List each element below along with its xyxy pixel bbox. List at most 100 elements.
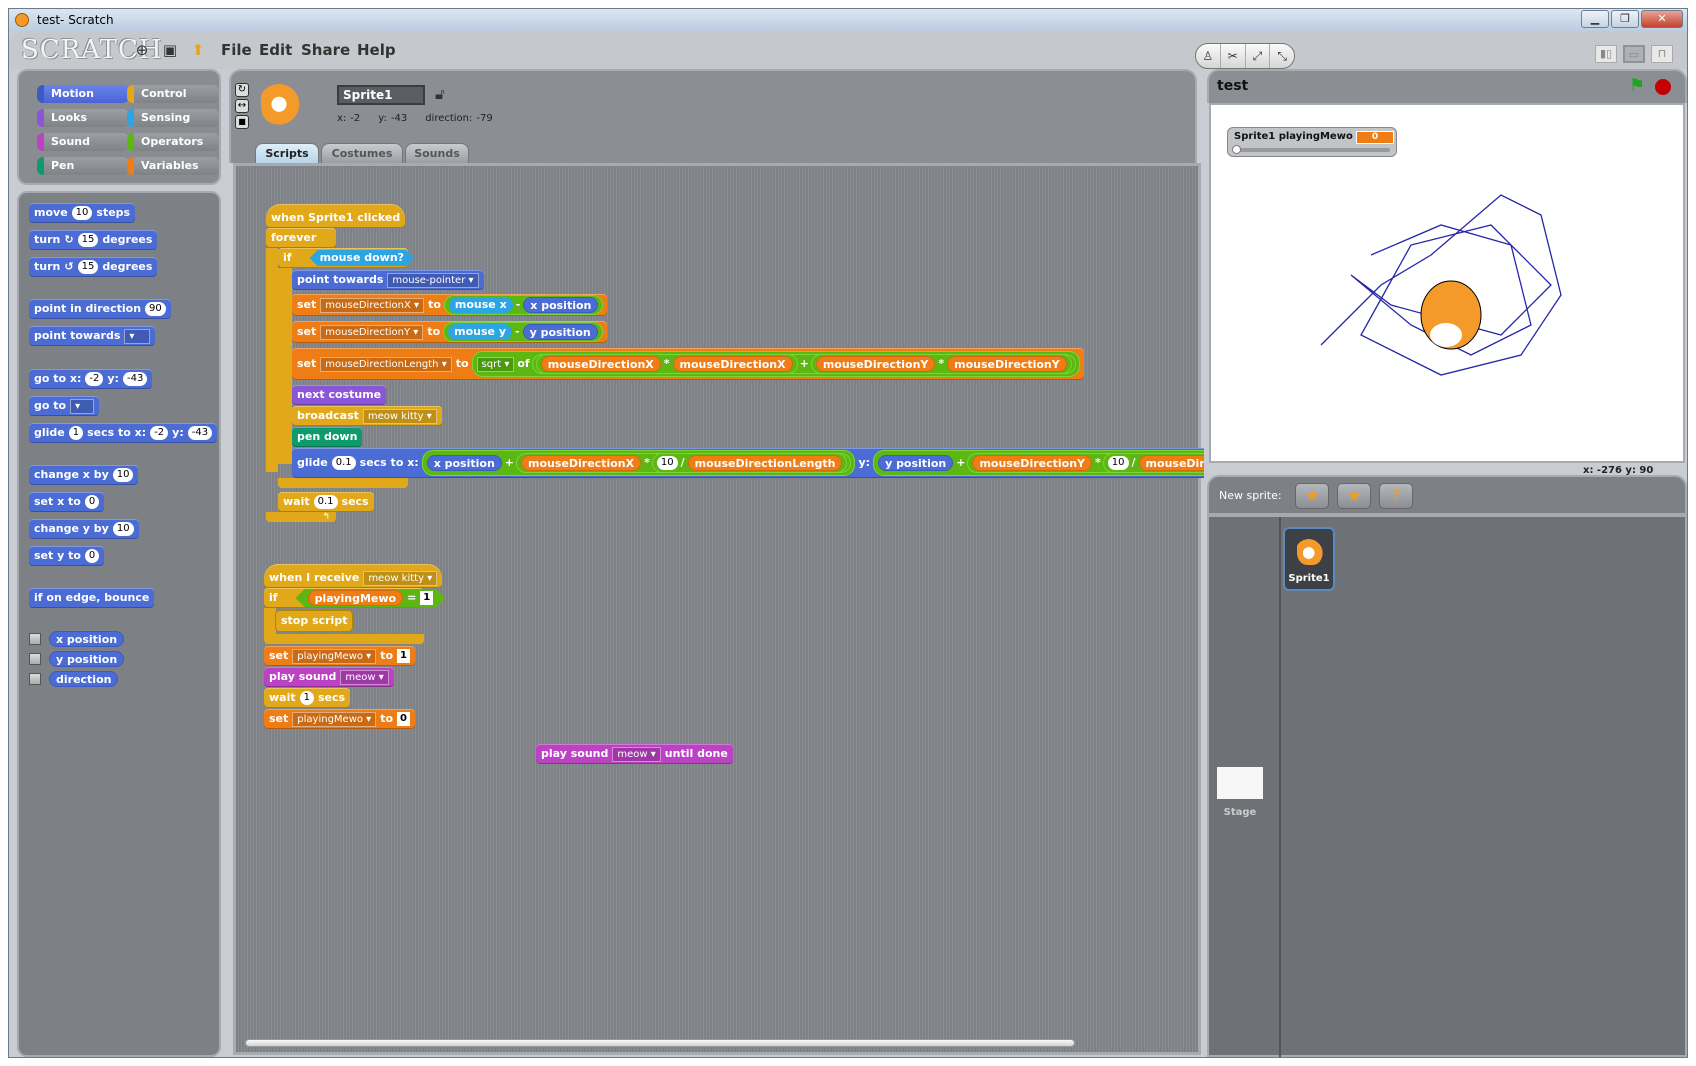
y-input[interactable]: 10 <box>112 522 134 536</box>
block-stop-script[interactable]: stop script <box>276 611 353 631</box>
reporter-var[interactable]: mouseDirectionY <box>972 455 1093 471</box>
hat-when-i-receive[interactable]: when I receive meow kitty <box>264 564 443 588</box>
category-pen[interactable]: Pen <box>37 157 129 175</box>
normal-stage-button[interactable]: ▭ <box>1623 45 1645 63</box>
category-control[interactable]: Control <box>127 85 219 103</box>
horizontal-scrollbar[interactable] <box>245 1039 1075 1047</box>
menu-edit[interactable]: Edit <box>259 41 292 59</box>
block-turn-right[interactable]: turn ↻ 15 degrees <box>29 230 158 250</box>
category-looks[interactable]: Looks <box>37 109 129 127</box>
equals-condition[interactable]: playingMewo = 1 <box>296 589 446 607</box>
sqrt-operator[interactable]: sqrtof mouseDirectionX*mouseDirectionX +… <box>472 352 1079 376</box>
category-sound[interactable]: Sound <box>37 133 129 151</box>
reporter-mouse-y[interactable]: mouse y <box>448 324 513 340</box>
menu-file[interactable]: File <box>221 41 252 59</box>
cut-icon[interactable]: ✂ <box>1221 44 1246 68</box>
value-input[interactable]: 1 <box>420 591 433 605</box>
value-input[interactable]: 1 <box>397 649 410 663</box>
multiply-operator[interactable]: mouseDirectionY * mouseDirectionY <box>811 355 1071 373</box>
x-input[interactable]: -2 <box>85 372 104 386</box>
reporter-y-position[interactable]: y position <box>522 324 598 340</box>
block-glide[interactable]: glide 1 secs to x: -2 y: -43 <box>29 423 218 443</box>
y-input[interactable]: -43 <box>122 372 148 386</box>
add-operator[interactable]: x position + mouseDirectionX * 10/mouseDirec… <box>422 451 855 475</box>
variable-dropdown[interactable]: playingMewo <box>292 648 377 664</box>
stamp-icon[interactable]: ♙ <box>1196 44 1221 68</box>
reporter-var[interactable]: mouseDirectionX <box>672 356 793 372</box>
target-dropdown[interactable]: mouse-pointer <box>387 272 479 288</box>
add-operator[interactable]: y position+mouseDirectionY*10/mouseDirec… <box>874 451 1204 475</box>
add-operator[interactable]: mouseDirectionX * mouseDirectionX + mouseD… <box>532 355 1075 373</box>
save-icon[interactable]: ▣ <box>161 41 179 59</box>
block-if[interactable]: if playingMewo = 1 <box>264 588 424 608</box>
block-bounce[interactable]: if on edge, bounce <box>29 588 155 608</box>
stop-sign-icon[interactable] <box>1655 79 1671 95</box>
shrink-icon[interactable]: ⤡ <box>1270 44 1294 68</box>
function-dropdown[interactable]: sqrt <box>476 356 515 372</box>
block-point-in-direction[interactable]: point in direction 90 <box>29 299 171 319</box>
presentation-mode-button[interactable]: ⊓ <box>1651 45 1673 63</box>
sprite-name-field[interactable]: Sprite1 <box>337 85 425 105</box>
category-operators[interactable]: Operators <box>127 133 219 151</box>
reporter-mouse-x[interactable]: mouse x <box>448 297 513 313</box>
grow-icon[interactable]: ⤢ <box>1246 44 1271 68</box>
stage-canvas[interactable]: Sprite1 playingMewo 0 <box>1209 103 1685 463</box>
restore-button[interactable]: ❐ <box>1611 10 1639 28</box>
steps-input[interactable]: 10 <box>71 206 93 220</box>
menu-share[interactable]: Share <box>301 41 350 59</box>
share-icon[interactable]: ⬆ <box>189 41 207 59</box>
category-motion[interactable]: Motion <box>37 85 129 103</box>
globe-icon[interactable]: ⊕ <box>133 41 151 59</box>
tab-costumes[interactable]: Costumes <box>321 143 403 163</box>
reporter-var[interactable]: mouseDirectionX <box>540 356 661 372</box>
divide-operator[interactable]: 10/mouseDirectionLength <box>1103 454 1204 472</box>
block-play-sound-until-done[interactable]: play soundmeowuntil done <box>536 744 733 764</box>
subtract-operator[interactable]: mouse x-x position <box>444 296 603 314</box>
variable-dropdown[interactable]: mouseDirectionY <box>320 324 424 340</box>
message-dropdown[interactable]: meow kitty <box>362 408 437 424</box>
block-wait[interactable]: wait 0.1 secs <box>278 492 374 512</box>
reporter-var[interactable]: mouseDirectionLength <box>687 455 843 471</box>
multiply-operator[interactable]: mouseDirectionX * mouseDirectionX <box>536 355 797 373</box>
reporter-var[interactable]: mouseDirectionX <box>521 455 642 471</box>
block-forever[interactable]: forever <box>266 228 336 248</box>
variable-dropdown[interactable]: playingMewo <box>292 711 377 727</box>
minimize-button[interactable]: ▁ <box>1581 10 1609 28</box>
value-input[interactable]: 0 <box>397 712 410 726</box>
category-sensing[interactable]: Sensing <box>127 109 219 127</box>
mouse-down-condition[interactable]: mouse down? <box>310 250 415 266</box>
hat-when-sprite-clicked[interactable]: when Sprite1 clicked <box>266 204 406 228</box>
monitor-checkbox[interactable] <box>29 673 41 685</box>
monitor-checkbox[interactable] <box>29 633 41 645</box>
block-set-x[interactable]: set x to 0 <box>29 492 105 512</box>
number-input[interactable]: 10 <box>656 456 678 470</box>
block-go-to-xy[interactable]: go to x: -2 y: -43 <box>29 369 153 389</box>
rotate-style-icon[interactable]: ↻ <box>235 83 249 97</box>
monitor-checkbox[interactable] <box>29 653 41 665</box>
no-rotate-icon[interactable]: ■ <box>235 115 249 129</box>
target-dropdown[interactable] <box>70 398 95 414</box>
category-variables[interactable]: Variables <box>127 157 219 175</box>
reporter-x-position[interactable]: x position <box>426 455 502 471</box>
green-flag-icon[interactable]: ⚑ <box>1629 75 1645 96</box>
variable-dropdown[interactable]: mouseDirectionX <box>320 297 425 313</box>
block-glide-expression[interactable]: glide 0.1 secs to x: x position + mouseDirec… <box>292 448 1204 478</box>
block-set-mouse-direction-y[interactable]: setmouseDirectionYtomouse y-y position <box>292 321 607 343</box>
block-pen-down[interactable]: pen down <box>292 427 363 447</box>
block-set-mouse-direction-x[interactable]: setmouseDirectionXtomouse x-x position <box>292 294 608 316</box>
reporter-var[interactable]: mouseDirectionY <box>947 356 1067 372</box>
message-dropdown[interactable]: meow kitty <box>363 570 438 586</box>
variable-dropdown[interactable]: mouseDirectionLength <box>320 356 452 372</box>
secs-input[interactable]: 0.1 <box>313 495 338 509</box>
block-set-playing-mewo-0[interactable]: setplayingMewoto0 <box>264 709 415 729</box>
block-change-y[interactable]: change y by 10 <box>29 519 139 539</box>
small-stage-button[interactable]: ▮▯ <box>1595 45 1617 63</box>
reporter-var[interactable]: mouseDirectionLength <box>1138 455 1204 471</box>
divide-operator[interactable]: 10/mouseDirectionLength <box>652 454 847 472</box>
reporter-y-position[interactable]: y position <box>49 651 125 667</box>
reporter-x-position[interactable]: x position <box>49 631 125 647</box>
scripts-area[interactable]: when Sprite1 clicked forever if mouse dow… <box>233 163 1204 1055</box>
sound-dropdown[interactable]: meow <box>340 669 389 685</box>
direction-input[interactable]: 90 <box>145 302 166 316</box>
block-turn-left[interactable]: turn ↺ 15 degrees <box>29 257 158 277</box>
